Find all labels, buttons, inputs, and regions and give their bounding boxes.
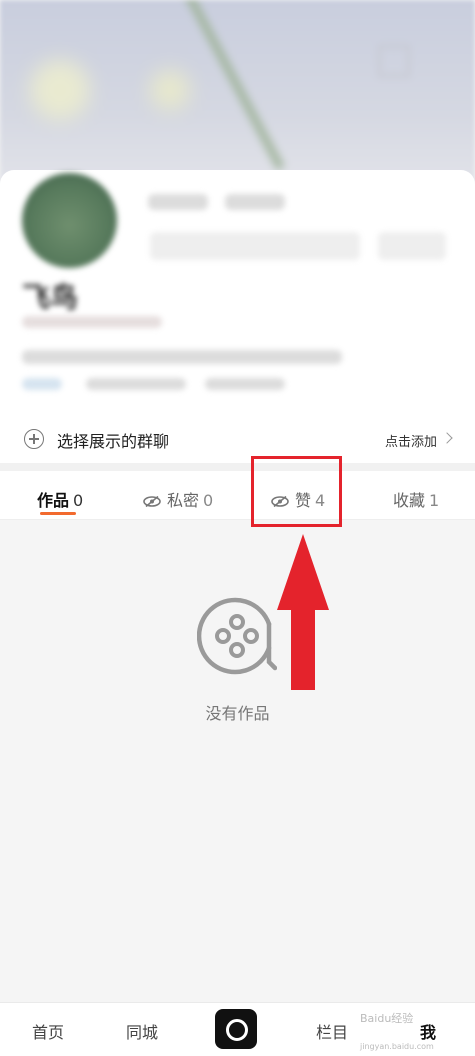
profile-cover-image[interactable] bbox=[0, 0, 475, 190]
tab-count: 1 bbox=[429, 491, 440, 510]
id-blur bbox=[22, 316, 162, 328]
tag-blur bbox=[86, 378, 186, 390]
empty-state-text: 没有作品 bbox=[205, 704, 270, 723]
tab-private[interactable]: 私密 0 bbox=[143, 487, 213, 511]
plus-circle-icon bbox=[24, 429, 44, 449]
stats-blur bbox=[148, 194, 208, 210]
tag-blur bbox=[205, 378, 285, 390]
active-tab-indicator bbox=[40, 512, 76, 515]
nav-columns[interactable]: 栏目 bbox=[316, 1019, 348, 1043]
edit-profile-button[interactable] bbox=[150, 232, 360, 260]
tab-works[interactable]: 作品 0 bbox=[37, 487, 83, 511]
tab-favorites[interactable]: 收藏 1 bbox=[393, 487, 439, 511]
tag-blur bbox=[22, 378, 62, 390]
tab-label: 私密 bbox=[167, 491, 200, 510]
nav-me[interactable]: 我 bbox=[420, 1019, 436, 1043]
watermark: Baidu经验 bbox=[360, 1012, 414, 1025]
avatar[interactable] bbox=[22, 173, 117, 268]
cover-blur-shape bbox=[150, 70, 190, 110]
nav-home[interactable]: 首页 bbox=[32, 1019, 64, 1043]
eye-slash-icon bbox=[143, 496, 161, 507]
nav-local[interactable]: 同城 bbox=[126, 1019, 158, 1043]
select-group-chat-row[interactable]: 选择展示的群聊 点击添加 bbox=[0, 415, 475, 463]
bio-blur bbox=[22, 350, 342, 364]
add-friend-button[interactable] bbox=[378, 232, 446, 260]
cover-blur-shape bbox=[378, 45, 410, 77]
tab-count: 0 bbox=[73, 491, 84, 510]
profile-name: 飞鸟 bbox=[22, 281, 79, 314]
film-reel-icon bbox=[197, 597, 277, 675]
watermark-url: jingyan.baidu.com bbox=[360, 1042, 434, 1051]
add-group-link[interactable]: 点击添加 bbox=[385, 431, 437, 450]
cover-blur-shape bbox=[183, 0, 285, 171]
tab-count: 0 bbox=[203, 491, 214, 510]
annotation-arrow-icon bbox=[277, 534, 329, 690]
camera-record-icon[interactable] bbox=[215, 1009, 257, 1049]
stats-blur bbox=[225, 194, 285, 210]
tab-label: 作品 bbox=[37, 491, 70, 510]
section-divider bbox=[0, 463, 475, 471]
profile-tabs: 作品 0 私密 0 赞4 收藏 1 bbox=[0, 471, 475, 520]
tab-label: 收藏 bbox=[393, 491, 426, 510]
annotation-highlight-box bbox=[251, 456, 342, 527]
cover-blur-shape bbox=[30, 60, 90, 120]
profile-card: 飞鸟 bbox=[0, 170, 475, 415]
group-chat-label: 选择展示的群聊 bbox=[57, 432, 170, 451]
chevron-right-icon bbox=[441, 432, 453, 444]
